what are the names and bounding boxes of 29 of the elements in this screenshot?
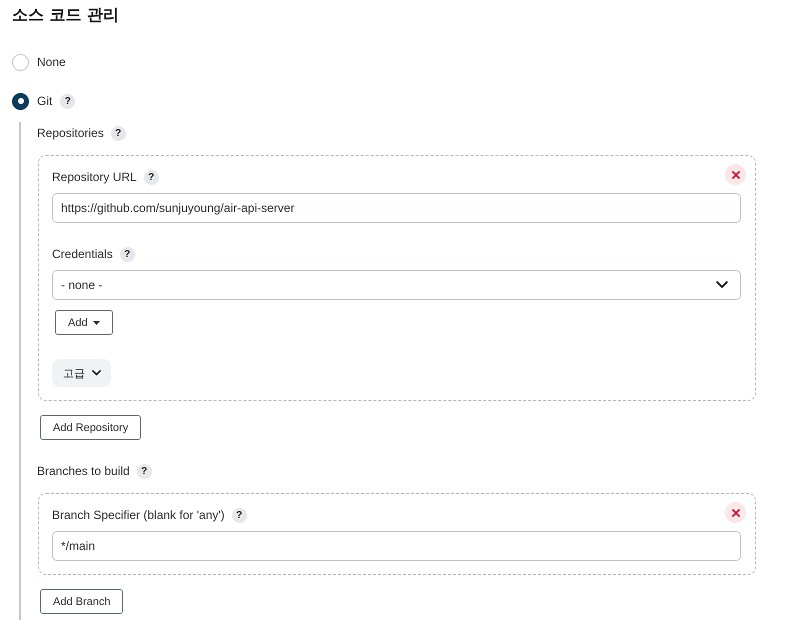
text-input-field[interactable]: https://github.com/sunjuyoung/air-api-server: [52, 193, 741, 223]
select-field[interactable]: - none -: [52, 270, 741, 300]
close-button[interactable]: [725, 164, 746, 185]
section-label: Branches to build: [37, 463, 130, 479]
radio-label: None: [37, 54, 66, 70]
help-button[interactable]: ?: [136, 464, 152, 478]
chevron-down-icon: [716, 281, 728, 289]
field-label: Credentials: [52, 246, 113, 262]
field-label: Branch Specifier (blank for 'any'): [52, 507, 225, 523]
caret-icon: [92, 320, 100, 324]
section-title: 소스 코드 관리: [12, 4, 120, 26]
close-button[interactable]: [725, 502, 746, 523]
section-label: Repositories: [37, 125, 104, 141]
help-button[interactable]: ?: [144, 170, 159, 184]
chevron-down-icon: [92, 370, 101, 376]
add-item-button[interactable]: Add Branch: [40, 589, 124, 614]
text-input-field[interactable]: */main: [52, 531, 741, 561]
help-button[interactable]: ?: [120, 246, 135, 262]
radio-label: Git: [37, 93, 52, 109]
add-button[interactable]: Add: [55, 310, 113, 335]
add-item-button[interactable]: Add Repository: [40, 415, 142, 440]
radio-button[interactable]: [12, 92, 29, 110]
help-button[interactable]: ?: [232, 508, 247, 522]
field-label: Repository URL: [52, 169, 137, 185]
advanced-toggle-button[interactable]: 고급: [52, 359, 111, 387]
close-icon: [732, 170, 740, 178]
help-button[interactable]: ?: [110, 126, 126, 140]
close-icon: [732, 508, 740, 516]
help-button[interactable]: ?: [60, 94, 76, 108]
